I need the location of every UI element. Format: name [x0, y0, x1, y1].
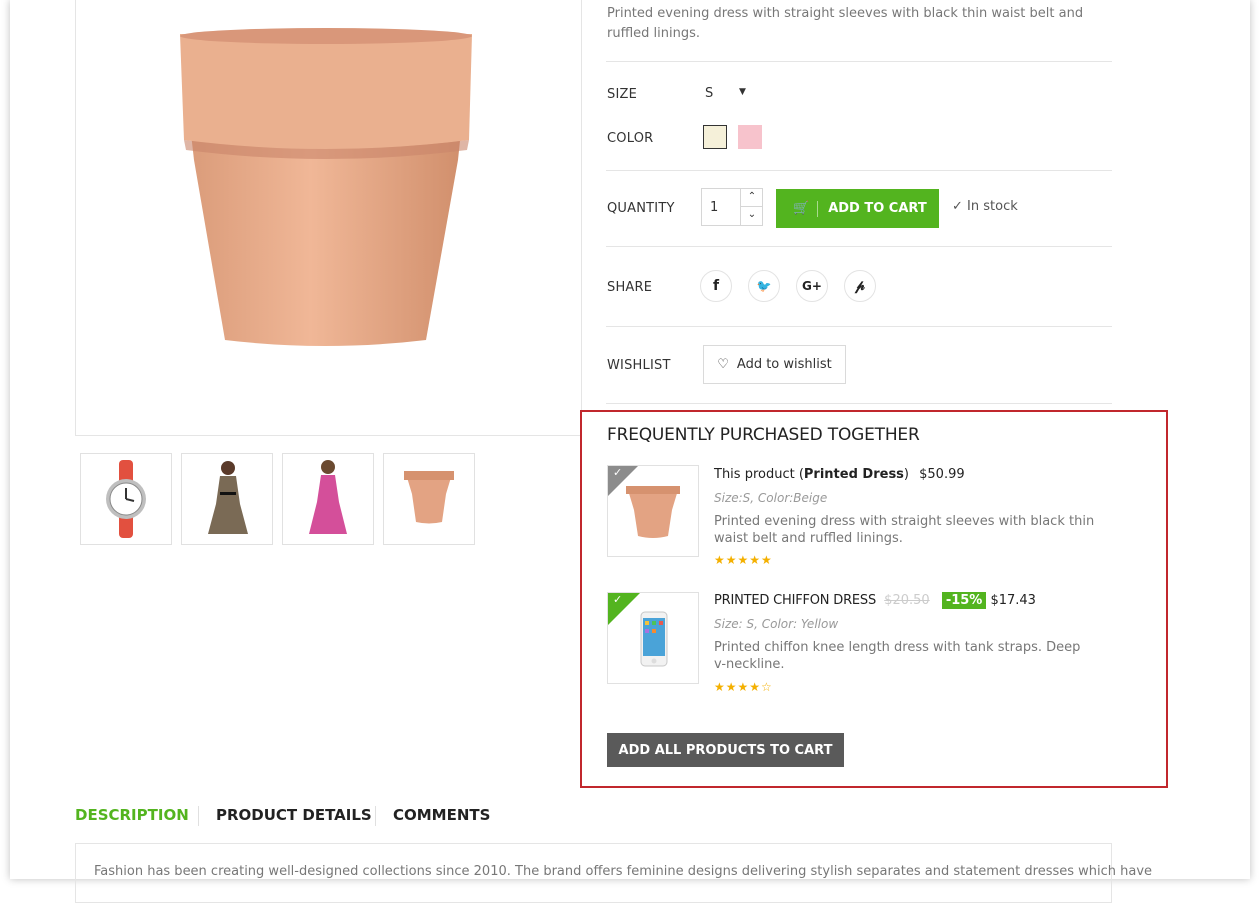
divider	[606, 170, 1112, 171]
pinterest-icon[interactable]: 𝓅	[844, 270, 876, 302]
thumbnail-dress-2[interactable]	[282, 453, 374, 545]
chevron-down-icon: ▼	[739, 87, 746, 97]
product-price: $50.99	[919, 467, 965, 482]
checkmark-icon: ✓	[613, 466, 623, 479]
color-swatch-pink[interactable]	[738, 125, 762, 149]
wishlist-button-label: Add to wishlist	[736, 357, 832, 372]
size-label: SIZE	[607, 87, 638, 102]
share-label: SHARE	[607, 280, 653, 295]
thumbnail-dress-1[interactable]	[181, 453, 273, 545]
tab-product-details[interactable]: PRODUCT DETAILS	[216, 806, 372, 824]
old-price: $20.50	[884, 593, 930, 608]
wishlist-label: WISHLIST	[607, 358, 671, 373]
add-to-cart-button[interactable]: 🛒 ADD TO CART	[776, 189, 939, 228]
dress-model-image	[208, 461, 248, 534]
stock-status-text: In stock	[967, 199, 1018, 214]
product-description: Printed chiffon knee length dress with t…	[714, 640, 1081, 672]
divider	[606, 61, 1112, 62]
rating-stars: ★★★★★	[714, 553, 773, 567]
quantity-stepper: ⌃ ⌄	[740, 188, 763, 226]
product-price: $17.43	[990, 593, 1036, 608]
button-separator	[817, 200, 819, 217]
dress-model-image	[309, 460, 347, 534]
description-panel: Fashion has been creating well-designed …	[75, 843, 1152, 903]
product-short-description: Printed evening dress with straight slee…	[607, 6, 1084, 41]
divider	[606, 403, 1112, 404]
main-product-image	[180, 28, 472, 346]
tab-separator	[198, 806, 199, 826]
checkmark-icon: ✓	[952, 199, 963, 214]
stock-status: ✓ In stock	[952, 199, 1018, 214]
add-to-cart-label: ADD TO CART	[828, 201, 927, 216]
fpt-item-title: PRINTED CHIFFON DRESS $20.50 -15% $17.43	[714, 592, 1036, 609]
discount-badge: -15%	[941, 592, 987, 609]
tab-separator	[375, 806, 376, 826]
size-select[interactable]: S ▼	[701, 82, 755, 106]
chevron-up-icon[interactable]: ⌃	[741, 188, 763, 207]
cart-icon: 🛒	[793, 201, 810, 216]
quantity-value: 1	[710, 200, 719, 215]
product-attributes: Size:S, Color:Beige	[714, 491, 828, 505]
twitter-icon[interactable]: 🐦	[748, 270, 780, 302]
rating-stars: ★★★★☆	[714, 680, 773, 694]
thumbnail-watch[interactable]	[80, 453, 172, 545]
this-product-prefix: This product (	[714, 467, 804, 482]
product-name: PRINTED CHIFFON DRESS	[714, 593, 877, 608]
main-product-image-frame	[75, 0, 582, 436]
tab-comments[interactable]: COMMENTS	[393, 806, 490, 824]
fpt-item-title: This product (Printed Dress) $50.99	[714, 467, 965, 482]
heart-icon: ♡	[717, 357, 729, 372]
pot-image	[404, 471, 454, 524]
product-name: Printed Dress	[803, 467, 904, 482]
description-text: Fashion has been creating well-designed …	[94, 864, 1153, 879]
product-name-suffix: )	[903, 467, 909, 482]
checkmark-icon: ✓	[613, 593, 623, 606]
divider	[606, 246, 1112, 247]
google-plus-icon[interactable]: G+	[796, 270, 828, 302]
quantity-label: QUANTITY	[607, 201, 675, 216]
product-description: Printed evening dress with straight slee…	[714, 514, 1095, 546]
color-swatch-beige[interactable]	[703, 125, 727, 149]
fpt-item-thumbnail[interactable]: ✓	[607, 465, 699, 557]
add-all-products-to-cart-button[interactable]: ADD ALL PRODUCTS TO CART	[607, 733, 844, 767]
thumbnail-pot[interactable]	[383, 453, 475, 545]
fpt-title: FREQUENTLY PURCHASED TOGETHER	[607, 425, 920, 445]
size-select-value: S	[705, 86, 714, 101]
fpt-item-thumbnail[interactable]: ✓	[607, 592, 699, 684]
product-attributes: Size: S, Color: Yellow	[714, 617, 839, 631]
pot-image	[626, 486, 680, 538]
chevron-down-icon[interactable]: ⌄	[741, 207, 763, 225]
phone-image	[640, 611, 668, 667]
color-label: COLOR	[607, 131, 654, 146]
facebook-icon[interactable]: f	[700, 270, 732, 302]
divider	[606, 326, 1112, 327]
watch-image	[106, 460, 146, 538]
add-to-wishlist-button[interactable]: ♡ Add to wishlist	[703, 345, 846, 384]
tab-description[interactable]: DESCRIPTION	[75, 806, 189, 824]
